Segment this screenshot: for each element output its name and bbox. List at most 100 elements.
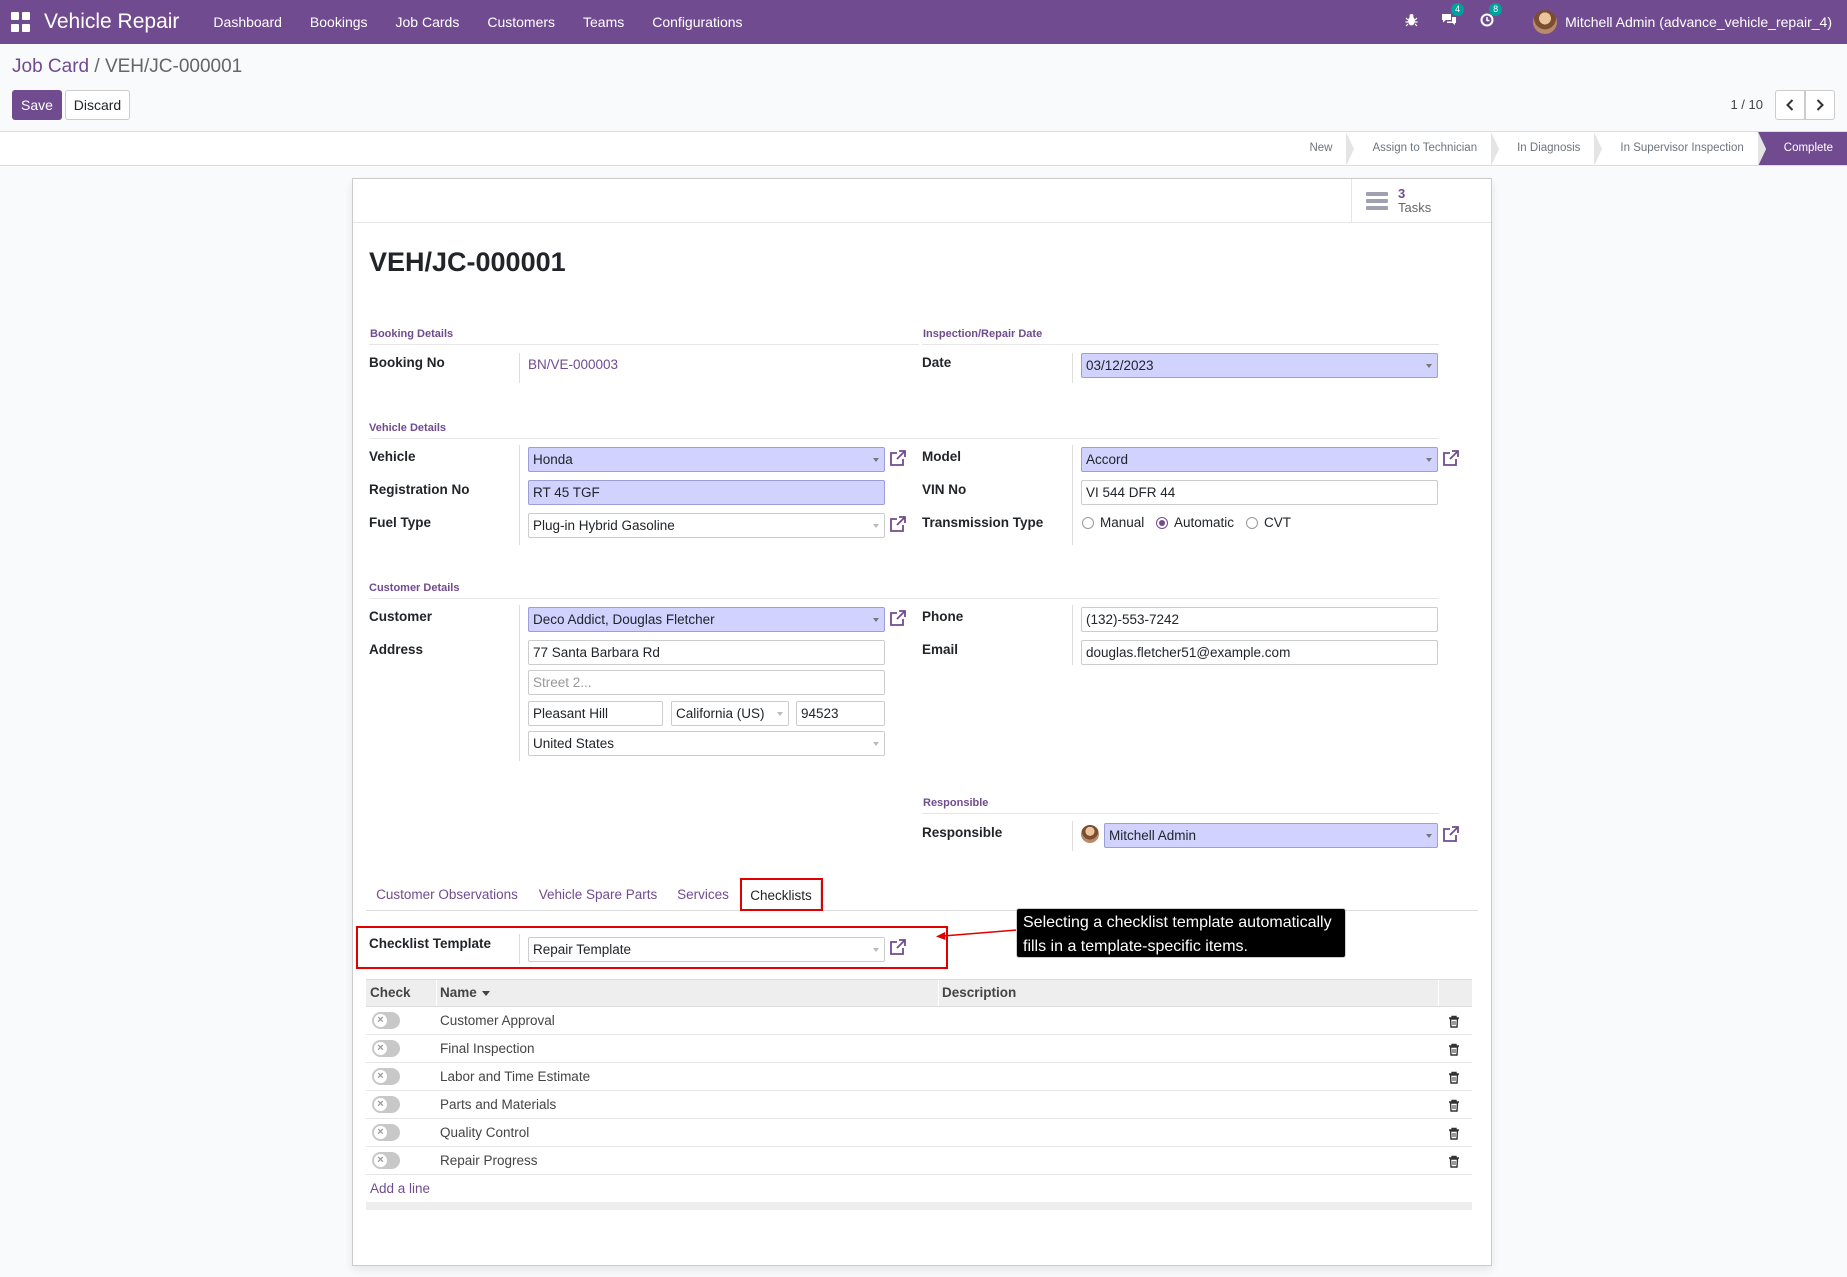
row-name: Parts and Materials: [440, 1097, 557, 1112]
column-separator: [1438, 980, 1439, 1006]
chat-icon[interactable]: 4: [1441, 3, 1465, 31]
column-name[interactable]: Name: [436, 980, 490, 1006]
stage-in-diagnosis[interactable]: In Diagnosis: [1491, 132, 1603, 166]
pager-previous-button[interactable]: [1775, 90, 1805, 120]
section-divider: [369, 598, 1439, 599]
customer-label: Customer: [369, 609, 433, 624]
transmission-cvt-radio[interactable]: CVT: [1246, 515, 1291, 530]
stage-assign-to-technician[interactable]: Assign to Technician: [1346, 132, 1499, 166]
breadcrumb: Job Card / VEH/JC-000001: [12, 56, 242, 78]
menu-job-cards[interactable]: Job Cards: [382, 0, 474, 44]
external-link-icon[interactable]: [1442, 449, 1460, 467]
city-input[interactable]: Pleasant Hill: [528, 701, 663, 726]
notebook-tabs: Customer Observations Vehicle Spare Part…: [366, 879, 1478, 911]
table-header: Check Name Description: [366, 979, 1472, 1007]
radio-label: Manual: [1100, 515, 1145, 530]
column-description[interactable]: Description: [938, 980, 1016, 1006]
check-toggle[interactable]: [372, 1152, 400, 1169]
tab-customer-observations[interactable]: Customer Observations: [366, 879, 528, 911]
tasks-stat-button[interactable]: 3 Tasks: [1351, 179, 1491, 223]
section-divider: [369, 344, 919, 345]
pager-value[interactable]: 1 / 10: [1730, 97, 1763, 112]
field-divider: [519, 353, 520, 383]
bug-icon[interactable]: [1403, 13, 1419, 31]
external-link-icon[interactable]: [889, 515, 907, 533]
street2-input[interactable]: Street 2...: [528, 670, 885, 695]
tab-vehicle-spare-parts[interactable]: Vehicle Spare Parts: [528, 879, 668, 911]
external-link-icon[interactable]: [889, 449, 907, 467]
tasks-label: Tasks: [1398, 200, 1432, 215]
main-menu: Dashboard Bookings Job Cards Customers T…: [199, 0, 756, 44]
table-row[interactable]: Final Inspection: [366, 1035, 1472, 1063]
table-footer: [366, 1202, 1472, 1210]
zip-input[interactable]: 94523: [796, 701, 885, 726]
table-row[interactable]: Labor and Time Estimate: [366, 1063, 1472, 1091]
state-select[interactable]: California (US): [671, 701, 789, 726]
phone-input[interactable]: (132)-553-7242: [1081, 607, 1438, 632]
save-button[interactable]: Save: [12, 90, 62, 120]
tab-services[interactable]: Services: [668, 879, 738, 911]
menu-customers[interactable]: Customers: [473, 0, 569, 44]
trash-icon[interactable]: [1448, 1015, 1460, 1028]
menu-configurations[interactable]: Configurations: [638, 0, 756, 44]
apps-menu-icon[interactable]: [11, 12, 31, 32]
table-row[interactable]: Quality Control: [366, 1119, 1472, 1147]
section-divider: [369, 438, 1439, 439]
trash-icon[interactable]: [1448, 1155, 1460, 1168]
discard-button[interactable]: Discard: [65, 90, 130, 120]
app-brand[interactable]: Vehicle Repair: [44, 10, 179, 34]
vehicle-label: Vehicle: [369, 449, 416, 464]
pager-next-button[interactable]: [1805, 90, 1835, 120]
fuel-type-select[interactable]: Plug-in Hybrid Gasoline: [528, 513, 885, 538]
radio-circle-selected: [1156, 516, 1168, 529]
date-label: Date: [922, 355, 952, 370]
vin-input[interactable]: VI 544 DFR 44: [1081, 480, 1438, 505]
menu-bookings[interactable]: Bookings: [296, 0, 382, 44]
transmission-automatic-radio[interactable]: Automatic: [1156, 515, 1234, 530]
trash-icon[interactable]: [1448, 1071, 1460, 1084]
check-toggle[interactable]: [372, 1012, 400, 1029]
record-title: VEH/JC-000001: [369, 247, 566, 277]
model-select[interactable]: Accord: [1081, 447, 1438, 472]
external-link-icon[interactable]: [1442, 825, 1460, 843]
check-toggle[interactable]: [372, 1124, 400, 1141]
radio-circle: [1082, 516, 1094, 529]
breadcrumb-job-card[interactable]: Job Card: [12, 56, 89, 77]
column-check[interactable]: Check: [366, 980, 411, 1006]
registration-input[interactable]: RT 45 TGF: [528, 480, 885, 505]
table-row[interactable]: Parts and Materials: [366, 1091, 1472, 1119]
annotation-callout: Selecting a checklist template automatic…: [1016, 908, 1346, 958]
booking-no-link[interactable]: BN/VE-000003: [528, 357, 618, 372]
radio-label: Automatic: [1174, 515, 1235, 530]
check-toggle[interactable]: [372, 1068, 400, 1085]
trash-icon[interactable]: [1448, 1099, 1460, 1112]
responsible-select[interactable]: Mitchell Admin: [1104, 823, 1438, 848]
activity-clock-icon[interactable]: 8: [1479, 3, 1503, 31]
stage-in-supervisor-inspection[interactable]: In Supervisor Inspection: [1594, 132, 1767, 166]
table-row[interactable]: Customer Approval: [366, 1007, 1472, 1035]
trash-icon[interactable]: [1448, 1043, 1460, 1056]
date-field[interactable]: 03/12/2023: [1081, 353, 1438, 378]
vehicle-select[interactable]: Honda: [528, 447, 885, 472]
stage-complete[interactable]: Complete: [1757, 132, 1847, 166]
trash-icon[interactable]: [1448, 1127, 1460, 1140]
radio-circle: [1246, 516, 1258, 529]
field-divider: [1072, 821, 1073, 851]
external-link-icon[interactable]: [889, 609, 907, 627]
add-a-line-link[interactable]: Add a line: [370, 1181, 430, 1196]
email-input[interactable]: douglas.fletcher51@example.com: [1081, 640, 1438, 665]
check-toggle[interactable]: [372, 1040, 400, 1057]
menu-dashboard[interactable]: Dashboard: [199, 0, 296, 44]
stage-new[interactable]: New: [1295, 132, 1355, 166]
menu-teams[interactable]: Teams: [569, 0, 638, 44]
column-name-label: Name: [440, 985, 477, 1000]
table-row[interactable]: Repair Progress: [366, 1147, 1472, 1175]
customer-select[interactable]: Deco Addict, Douglas Fletcher: [528, 607, 885, 632]
check-toggle[interactable]: [372, 1096, 400, 1113]
street-input[interactable]: 77 Santa Barbara Rd: [528, 640, 885, 665]
stage-pipeline: New Assign to Technician In Diagnosis In…: [1295, 132, 1847, 166]
user-avatar[interactable]: [1533, 10, 1558, 34]
country-select[interactable]: United States: [528, 731, 885, 756]
user-menu[interactable]: Mitchell Admin (advance_vehicle_repair_4…: [1565, 14, 1832, 30]
transmission-manual-radio[interactable]: Manual: [1082, 515, 1144, 530]
